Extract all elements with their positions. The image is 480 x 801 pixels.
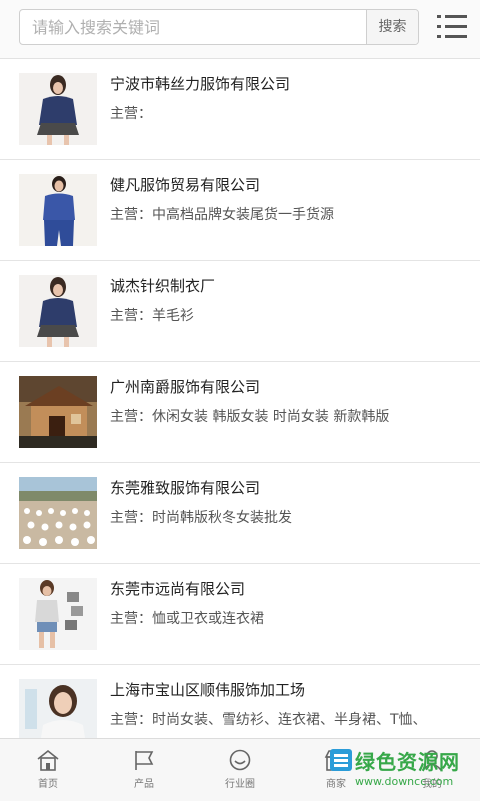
search-box: 搜索 <box>19 9 419 45</box>
watermark-url: www.downcc.com <box>355 775 454 788</box>
company-main-business: 主营：中高档品牌女装尾货一手货源 <box>110 207 334 223</box>
woman-blue-top-photo <box>19 275 97 347</box>
list-item[interactable]: 东莞雅致服饰有限公司 主营：时尚韩版秋冬女装批发 <box>0 463 480 564</box>
company-name[interactable]: 健凡服饰贸易有限公司 <box>110 174 260 195</box>
company-main-business: 主营：羊毛衫 <box>110 308 194 324</box>
nav-products[interactable]: 产品 <box>96 739 192 801</box>
list-item[interactable]: 诚杰针织制衣厂 主营：羊毛衫 <box>0 261 480 362</box>
nav-label: 行业圈 <box>225 779 255 790</box>
woman-blue-jumpsuit-photo <box>19 174 97 246</box>
nav-home[interactable]: 首页 <box>0 739 96 801</box>
top-bar: 搜索 <box>0 0 480 59</box>
search-button[interactable]: 搜索 <box>366 10 418 44</box>
list-menu-icon[interactable] <box>437 13 467 41</box>
list-item[interactable]: 健凡服饰贸易有限公司 主营：中高档品牌女装尾货一手货源 <box>0 160 480 261</box>
company-name[interactable]: 东莞市远尚有限公司 <box>110 578 245 599</box>
company-list: 宁波市韩丝力服饰有限公司 主营： 健凡服饰贸易有限公司 主营：中高档品牌女装尾货… <box>0 59 480 766</box>
list-item[interactable]: 东莞市远尚有限公司 主营：恤或卫衣或连衣裙 <box>0 564 480 665</box>
company-main-business: 主营：休闲女装 韩版女装 时尚女装 新款韩版 <box>110 409 390 425</box>
woman-blue-top-photo <box>19 73 97 145</box>
company-name[interactable]: 广州南爵服饰有限公司 <box>110 376 260 397</box>
watermark-logo-icon <box>330 749 352 771</box>
company-main-business: 主营： <box>110 106 152 122</box>
company-name[interactable]: 上海市宝山区顺伟服饰加工场 <box>110 679 305 700</box>
list-item[interactable]: 宁波市韩丝力服饰有限公司 主营： <box>0 59 480 160</box>
nav-industry-circle[interactable]: 行业圈 <box>192 739 288 801</box>
nav-label: 产品 <box>134 779 154 790</box>
model-shorts-photo <box>19 578 97 650</box>
home-icon <box>36 749 60 771</box>
flag-icon <box>132 749 156 771</box>
company-main-business: 主营：恤或卫衣或连衣裙 <box>110 611 264 627</box>
company-main-business: 主营：时尚女装、雪纺衫、连衣裙、半身裙、T恤、 <box>110 712 427 728</box>
watermark-name: 绿色资源网 <box>355 750 460 774</box>
building-photo <box>19 376 97 448</box>
list-item[interactable]: 广州南爵服饰有限公司 主营：休闲女装 韩版女装 时尚女装 新款韩版 <box>0 362 480 463</box>
company-main-business: 主营：时尚韩版秋冬女装批发 <box>110 510 292 526</box>
company-name[interactable]: 诚杰针织制衣厂 <box>110 275 215 296</box>
nav-label: 首页 <box>38 779 58 790</box>
circle-smile-icon <box>228 749 252 771</box>
watermark: 绿色资源网 www.downcc.com <box>330 745 478 793</box>
crowd-exercise-photo <box>19 477 97 549</box>
company-name[interactable]: 东莞雅致服饰有限公司 <box>110 477 260 498</box>
search-input[interactable] <box>20 10 368 44</box>
company-name[interactable]: 宁波市韩丝力服饰有限公司 <box>110 73 290 94</box>
